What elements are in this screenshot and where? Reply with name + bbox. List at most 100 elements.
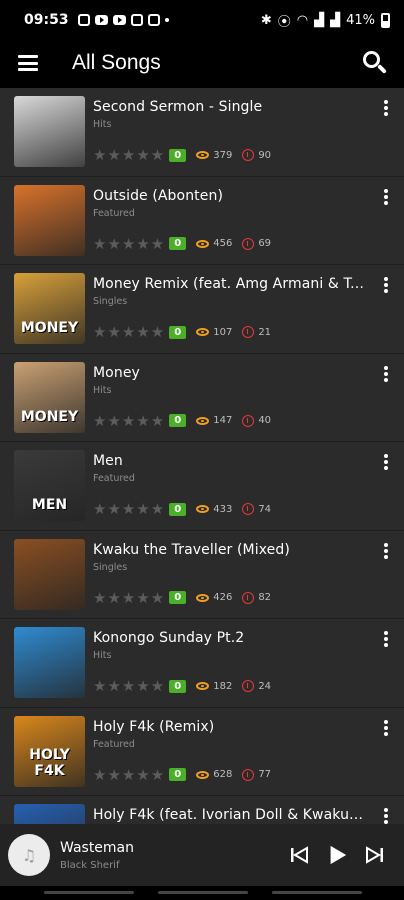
- song-row[interactable]: Outside (Abonten) Featured ★★★★★ 0 456 69: [0, 177, 404, 265]
- youtube-icon-2: [112, 15, 126, 25]
- view-count: 107: [213, 326, 233, 338]
- download-count: 90: [258, 149, 272, 161]
- star-rating-icon[interactable]: ★★★★★: [93, 235, 165, 253]
- download-count: 82: [258, 592, 272, 603]
- rating-count-badge: 0: [169, 591, 187, 604]
- song-stats: ★★★★★ 0 628 77: [93, 766, 271, 784]
- song-row[interactable]: Kwaku the Traveller (Mixed) Singles ★★★★★ 0…: [0, 531, 404, 619]
- eye-icon: [196, 505, 210, 513]
- song-row[interactable]: HOLY F4K Holy F4k (Remix) Featured ★★★★★ 0 62…: [0, 708, 404, 796]
- vibrate-icon: ✱: [260, 12, 272, 28]
- song-row[interactable]: Konongo Sunday Pt.2 Hits ★★★★★ 0 182 24: [0, 619, 404, 708]
- song-row[interactable]: MEN Men Featured ★★★★★ 0 433 74: [0, 442, 404, 531]
- song-row[interactable]: MONEY Money Hits ★★★★★ 0 147 40: [0, 354, 404, 442]
- album-art: [14, 184, 85, 256]
- song-info: Kwaku the Traveller (Mixed) Singles ★★★★★ 0…: [93, 539, 404, 619]
- now-playing-info[interactable]: Wasteman Black Sherif: [60, 840, 134, 871]
- song-stats: ★★★★★ 0 107 21: [93, 323, 271, 341]
- view-count: 433: [213, 503, 233, 515]
- song-info: Outside (Abonten) Featured ★★★★★ 0 456 69: [93, 185, 404, 265]
- album-art: [14, 627, 85, 698]
- song-category: Featured: [93, 738, 135, 750]
- player-controls: [288, 844, 404, 866]
- download-count: 21: [258, 326, 272, 338]
- more-options-icon[interactable]: [384, 719, 388, 736]
- star-rating-icon[interactable]: ★★★★★: [93, 677, 165, 695]
- song-list[interactable]: Second Sermon - Single Hits ★★★★★ 0 379 90 Out…: [0, 88, 404, 824]
- album-art-label: MONEY: [20, 408, 79, 425]
- messenger-icon: [77, 14, 90, 26]
- rating-count-badge: 0: [169, 148, 187, 162]
- nav-back-icon[interactable]: [272, 891, 362, 894]
- more-options-icon[interactable]: [384, 365, 388, 382]
- page-title: All Songs: [72, 51, 161, 74]
- song-title: Holy F4k (Remix): [93, 718, 215, 735]
- nav-home-icon[interactable]: [158, 891, 248, 894]
- location-icon: ⦿: [277, 14, 291, 30]
- download-icon: [242, 680, 255, 692]
- more-options-icon[interactable]: [384, 188, 388, 205]
- album-art: HOLY F4K: [14, 715, 85, 787]
- song-category: Singles: [93, 561, 128, 573]
- play-icon[interactable]: [326, 844, 348, 866]
- rating-count-badge: 0: [169, 502, 187, 516]
- eye-icon: [196, 416, 210, 425]
- hamburger-menu-icon[interactable]: [18, 55, 38, 71]
- more-options-icon[interactable]: [384, 100, 388, 116]
- system-nav-bar: [0, 886, 404, 900]
- now-playing-title: Wasteman: [60, 839, 135, 856]
- eye-icon: [196, 682, 210, 690]
- wifi-icon: ◠: [296, 12, 309, 28]
- song-info: Money Hits ★★★★★ 0 147 40: [93, 362, 404, 442]
- more-options-icon[interactable]: [384, 542, 388, 559]
- song-row[interactable]: MONEY Money Remix (feat. Amg Armani & Tul…: [0, 265, 404, 354]
- download-count: 24: [258, 680, 272, 692]
- signal-icon-2: ▟: [330, 12, 341, 28]
- more-options-icon[interactable]: [384, 277, 388, 293]
- skip-next-icon[interactable]: [364, 844, 386, 866]
- song-category: Hits: [93, 650, 112, 661]
- song-title: Holy F4k (feat. Ivorian Doll & Kwaku DMC…: [93, 807, 365, 823]
- skip-previous-icon[interactable]: [288, 844, 310, 866]
- eye-icon: [196, 328, 210, 336]
- song-stats: ★★★★★ 0 379 90: [93, 146, 271, 164]
- rating-count-badge: 0: [169, 414, 187, 427]
- star-rating-icon[interactable]: ★★★★★: [93, 589, 165, 607]
- download-count: 40: [258, 415, 272, 426]
- star-rating-icon[interactable]: ★★★★★: [93, 412, 165, 430]
- star-rating-icon[interactable]: ★★★★★: [93, 323, 165, 341]
- star-rating-icon[interactable]: ★★★★★: [93, 766, 165, 784]
- status-time: 09:53: [24, 12, 69, 28]
- download-icon: [242, 149, 255, 161]
- song-row[interactable]: Second Sermon - Single Hits ★★★★★ 0 379 90: [0, 88, 404, 177]
- song-info: Holy F4k (Remix) Featured ★★★★★ 0 628 77: [93, 716, 404, 796]
- star-rating-icon[interactable]: ★★★★★: [93, 146, 165, 164]
- now-playing-artist: Black Sherif: [60, 859, 120, 871]
- eye-icon: [196, 593, 210, 602]
- song-stats: ★★★★★ 0 433 74: [93, 500, 271, 518]
- download-icon: [242, 237, 255, 250]
- album-art: MONEY: [14, 361, 85, 433]
- album-art-label: MEN: [31, 497, 68, 513]
- download-count: 74: [258, 503, 272, 515]
- song-stats: ★★★★★ 0 456 69: [93, 235, 271, 253]
- song-title: Kwaku the Traveller (Mixed): [93, 541, 290, 558]
- eye-icon: [196, 239, 210, 248]
- battery-percent: 41%: [346, 12, 375, 28]
- song-info: Second Sermon - Single Hits ★★★★★ 0 379 90: [93, 96, 404, 176]
- song-stats: ★★★★★ 0 147 40: [93, 412, 271, 430]
- search-icon[interactable]: [360, 48, 390, 78]
- more-options-icon[interactable]: [384, 631, 388, 647]
- song-info: Holy F4k (feat. Ivorian Doll & Kwaku DMC…: [93, 804, 404, 824]
- song-row[interactable]: HOLY F4K Holy F4k (feat. Ivorian Doll & K…: [0, 796, 404, 824]
- star-rating-icon[interactable]: ★★★★★: [93, 500, 165, 518]
- song-title: Second Sermon - Single: [93, 99, 263, 115]
- youtube-icon: [94, 15, 108, 25]
- view-count: 147: [213, 415, 233, 426]
- more-options-icon[interactable]: [384, 454, 388, 470]
- more-options-icon[interactable]: [384, 808, 388, 824]
- song-category: Hits: [93, 384, 112, 396]
- mini-player[interactable]: ♫ Wasteman Black Sherif: [0, 824, 404, 886]
- nav-recents-icon[interactable]: [44, 891, 134, 894]
- song-title: Outside (Abonten): [93, 187, 224, 204]
